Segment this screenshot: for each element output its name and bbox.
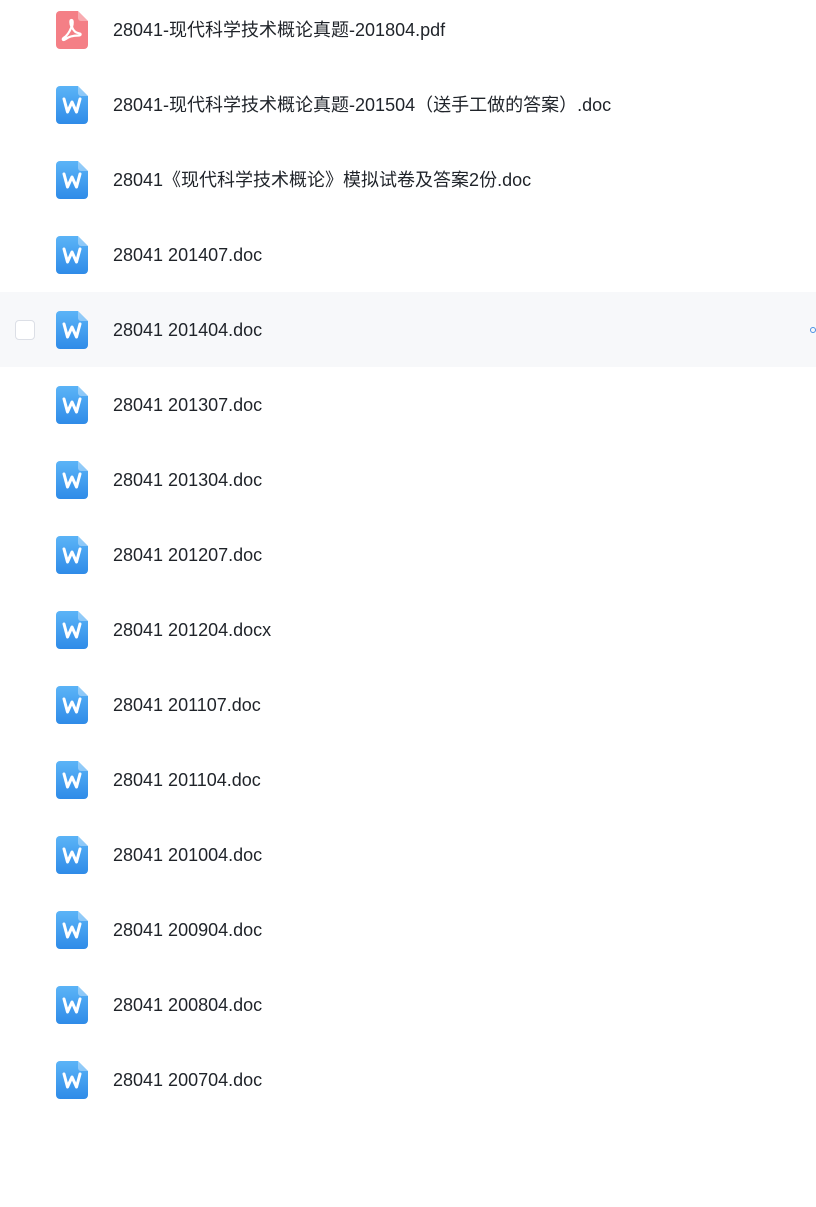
word-doc-icon [56, 685, 88, 724]
file-name: 28041 200704.doc [113, 1069, 263, 1090]
file-name: 28041 201307.doc [113, 394, 263, 415]
file-row[interactable]: 28041 201304.doc [0, 442, 816, 517]
file-row[interactable]: 28041 201104.doc [0, 742, 816, 817]
file-row[interactable]: 28041 200704.doc [0, 1042, 816, 1117]
file-name: 28041 201107.doc [113, 694, 261, 715]
more-options-icon[interactable] [810, 326, 816, 333]
file-name: 28041-现代科学技术概论真题-201804.pdf [113, 19, 446, 40]
file-row[interactable]: 28041-现代科学技术概论真题-201804.pdf [0, 0, 816, 67]
pdf-icon [56, 10, 88, 49]
file-row[interactable]: 28041 200804.doc [0, 967, 816, 1042]
file-row[interactable]: 28041 201004.doc [0, 817, 816, 892]
word-doc-icon [56, 310, 88, 349]
file-name: 28041 201407.doc [113, 244, 263, 265]
file-row[interactable]: 28041 200904.doc [0, 892, 816, 967]
file-name: 28041 201104.doc [113, 769, 261, 790]
word-doc-icon [56, 535, 88, 574]
file-name: 28041 201204.docx [113, 619, 272, 640]
file-row[interactable]: 28041 201307.doc [0, 367, 816, 442]
file-row[interactable]: 28041 201407.doc [0, 217, 816, 292]
file-name: 28041 201207.doc [113, 544, 263, 565]
word-doc-icon [56, 910, 88, 949]
row-checkbox[interactable] [15, 319, 35, 340]
file-name: 28041 201304.doc [113, 469, 263, 490]
word-doc-icon [56, 760, 88, 799]
file-row[interactable]: 28041 201204.docx [0, 592, 816, 667]
file-name: 28041 200804.doc [113, 994, 263, 1015]
file-row[interactable]: 28041 201207.doc [0, 517, 816, 592]
file-name: 28041 201404.doc [113, 319, 263, 340]
file-name: 28041-现代科学技术概论真题-201504（送手工做的答案）.doc [113, 94, 612, 115]
file-name: 28041 200904.doc [113, 919, 263, 940]
word-doc-icon [56, 85, 88, 124]
word-doc-icon [56, 160, 88, 199]
file-name: 28041 201004.doc [113, 844, 263, 865]
word-doc-icon [56, 460, 88, 499]
word-doc-icon [56, 1060, 88, 1099]
file-row[interactable]: 28041-现代科学技术概论真题-201504（送手工做的答案）.doc [0, 67, 816, 142]
file-list: 28041-现代科学技术概论真题-201804.pdf 28041-现代科学技术… [0, 0, 816, 1117]
word-doc-icon [56, 610, 88, 649]
word-doc-icon [56, 985, 88, 1024]
word-doc-icon [56, 235, 88, 274]
file-row[interactable]: 28041 201107.doc [0, 667, 816, 742]
file-row[interactable]: 28041《现代科学技术概论》模拟试卷及答案2份.doc [0, 142, 816, 217]
file-name: 28041《现代科学技术概论》模拟试卷及答案2份.doc [113, 169, 532, 190]
word-doc-icon [56, 835, 88, 874]
word-doc-icon [56, 385, 88, 424]
file-row[interactable]: 28041 201404.doc [0, 292, 816, 367]
